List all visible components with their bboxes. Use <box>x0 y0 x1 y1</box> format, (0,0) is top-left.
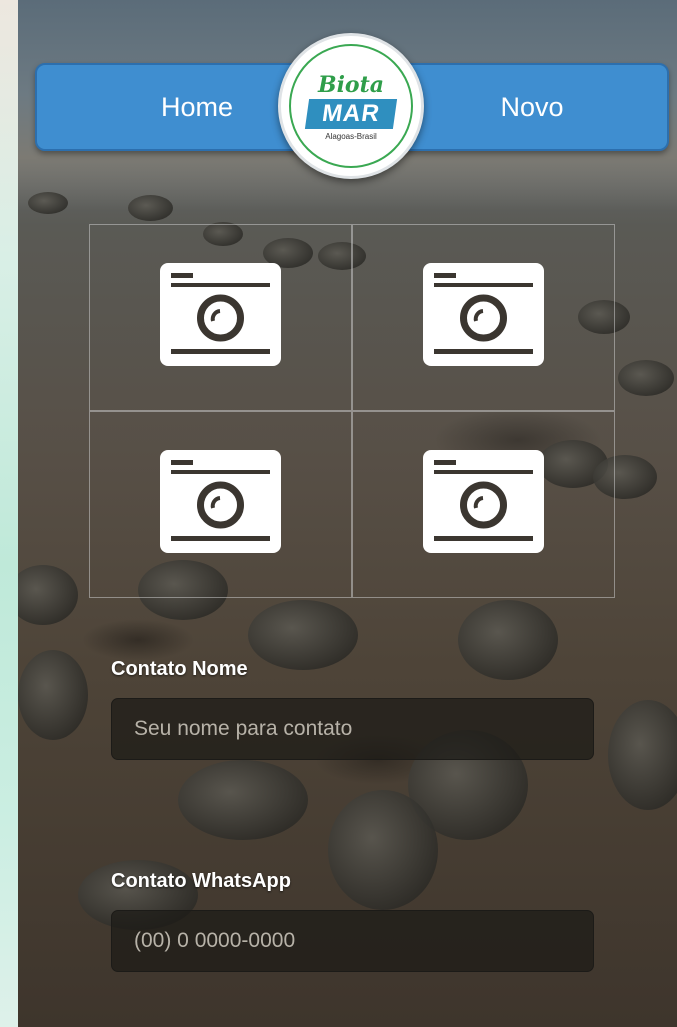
photo-slot-1[interactable] <box>89 224 352 411</box>
camera-icon <box>423 450 544 553</box>
logo-text-mar: MAR <box>304 99 398 129</box>
photo-slot-2[interactable] <box>352 224 615 411</box>
camera-icon <box>423 263 544 366</box>
turtle-shape <box>618 360 674 396</box>
side-background-strip <box>0 0 18 1027</box>
camera-icon <box>160 263 281 366</box>
photo-upload-grid <box>89 224 616 599</box>
nav-novo-link[interactable]: Novo <box>432 65 632 149</box>
turtle-shape <box>248 600 358 670</box>
turtle-shape <box>458 600 558 680</box>
turtle-shape <box>18 565 78 625</box>
turtle-shape <box>178 760 308 840</box>
contact-whatsapp-label: Contato WhatsApp <box>111 870 291 892</box>
turtle-shape <box>328 790 438 910</box>
turtle-shape <box>608 700 677 810</box>
contact-whatsapp-input[interactable] <box>111 910 594 972</box>
contact-name-input[interactable] <box>111 698 594 760</box>
nav-home-link[interactable]: Home <box>97 65 297 149</box>
biotamar-logo[interactable]: Biota MAR Alagoas-Brasil <box>278 33 424 179</box>
turtle-shape <box>18 650 88 740</box>
photo-slot-3[interactable] <box>89 411 352 598</box>
contact-name-label: Contato Nome <box>111 658 248 680</box>
camera-icon <box>160 450 281 553</box>
turtle-shape <box>28 192 68 214</box>
photo-slot-4[interactable] <box>352 411 615 598</box>
turtle-shape <box>128 195 173 221</box>
logo-text-biota: Biota <box>317 72 385 98</box>
logo-subtitle: Alagoas-Brasil <box>325 132 377 141</box>
